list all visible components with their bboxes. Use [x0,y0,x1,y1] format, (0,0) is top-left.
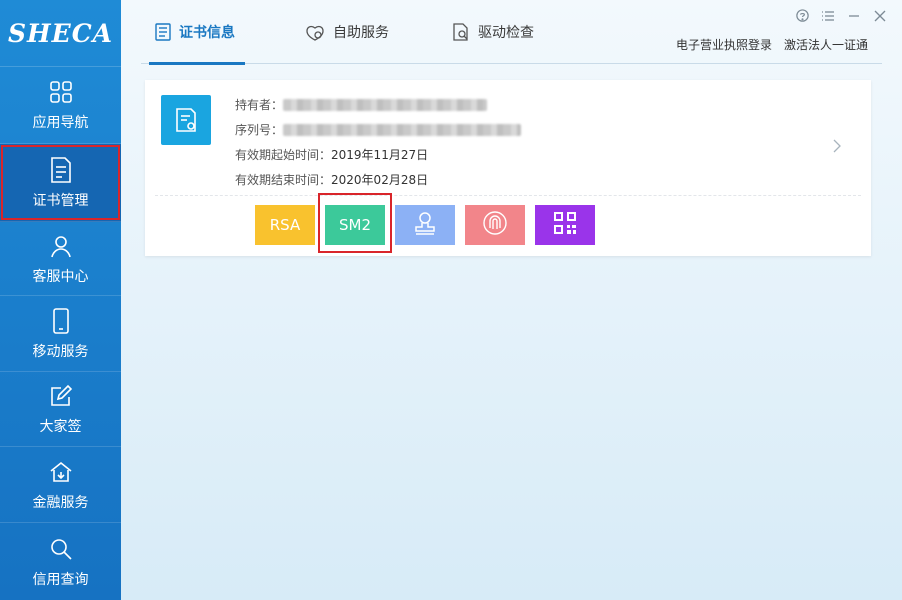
fingerprint-icon [482,210,508,240]
valid-from-row: 有效期起始时间： 2019年11月27日 [235,142,521,167]
sidebar-item-label: 客服中心 [32,268,89,285]
license-login-link[interactable]: 电子营业执照登录 [676,36,772,53]
sidebar-item-finance[interactable]: 金融服务 [0,447,121,523]
logo-text: SHECA [7,18,114,48]
apps-grid-icon [47,78,75,106]
sidebar-item-cert-management[interactable]: 证书管理 [0,144,121,222]
holder-value-redacted [283,98,488,111]
sidebar-item-label: 移动服务 [32,343,89,360]
tab-driver-check[interactable]: 驱动检查 [452,0,534,64]
tab-label: 证书信息 [179,25,235,41]
sheca-logo: SHECA [0,0,121,67]
sm2-highlight-box [318,193,392,253]
sidebar-item-credit-query[interactable]: 信用查询 [0,523,121,600]
holder-row: 持有者： [235,92,521,117]
finance-house-icon [47,458,75,486]
tab-label: 自助服务 [333,25,389,41]
sidebar: SHECA 应用导航 证书管理 客服中心 移动服务 大家签 金融服务 信用查询 [0,0,121,600]
list-doc-icon [155,23,171,41]
top-links: 电子营业执照登录 激活法人一证通 [676,36,868,53]
activate-link[interactable]: 激活法人一证通 [784,36,868,53]
highlight-box [1,145,120,220]
chevron-right-icon[interactable] [833,138,841,157]
mobile-icon [47,307,75,335]
valid-to-value: 2020年02月28日 [331,173,429,187]
serial-value-redacted [283,123,522,136]
fingerprint-button[interactable] [465,205,525,245]
sidebar-item-mobile-service[interactable]: 移动服务 [0,296,121,372]
valid-from-value: 2019年11月27日 [331,148,429,162]
sidebar-item-label: 信用查询 [32,571,89,588]
tab-cert-info[interactable]: 证书信息 [149,0,245,65]
sidebar-item-label: 应用导航 [32,115,89,131]
certificate-card[interactable]: 持有者： 序列号： 有效期起始时间： 2019年11月27日 有效期结束时间： … [145,80,871,256]
divider [155,195,861,196]
seal-icon [413,210,437,240]
qr-code-icon [553,211,577,239]
qr-code-button[interactable] [535,205,595,245]
tab-label: 驱动检查 [478,25,534,41]
valid-to-label: 有效期结束时间： [235,173,332,187]
main-panel: 证书信息 自助服务 驱动检查 电子营业执照登录 激活法人一证通 持有者： 序列号… [121,0,902,600]
certificate-info: 持有者： 序列号： 有效期起始时间： 2019年11月27日 有效期结束时间： … [235,92,522,192]
doc-search-icon [452,23,470,41]
search-icon [47,535,75,563]
sidebar-item-label: 金融服务 [32,494,89,511]
certificate-badge-icon [161,95,211,145]
serial-label: 序列号： [235,123,284,137]
sidebar-item-label: 大家签 [39,419,82,435]
handshake-icon [305,23,325,41]
valid-from-label: 有效期起始时间： [235,148,332,162]
rsa-button[interactable]: RSA [255,205,315,245]
sidebar-item-customer-service[interactable]: 客服中心 [0,222,121,296]
sidebar-item-dajiaqian[interactable]: 大家签 [0,372,121,447]
user-icon [47,232,75,260]
serial-row: 序列号： [235,117,522,142]
holder-label: 持有者： [235,98,284,112]
valid-to-row: 有效期结束时间： 2020年02月28日 [235,167,521,192]
seal-button[interactable] [395,205,455,245]
sign-pen-icon [47,382,75,410]
tab-self-service[interactable]: 自助服务 [305,0,389,64]
sidebar-item-app-nav[interactable]: 应用导航 [0,67,121,144]
tab-bar: 证书信息 自助服务 驱动检查 [141,0,882,65]
